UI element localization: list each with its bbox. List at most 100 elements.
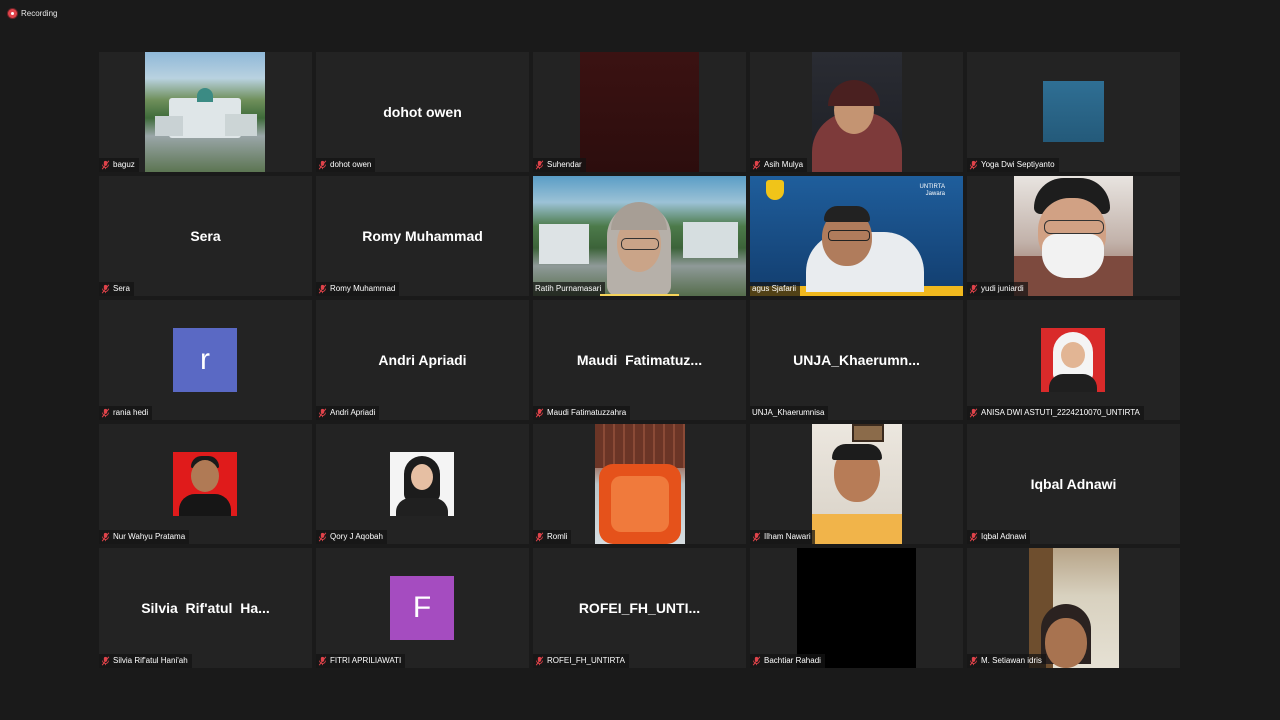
participant-display-name: Sera — [190, 228, 221, 244]
participant-name: Iqbal Adnawi — [981, 532, 1027, 541]
participant-name: yudi juniardi — [981, 284, 1024, 293]
participant-nameplate: Suhendar — [533, 158, 586, 172]
muted-mic-icon — [101, 656, 110, 666]
participant-name: Asih Mulya — [764, 160, 804, 169]
participant-name: Ilham Nawari — [764, 532, 811, 541]
participant-nameplate: Yoga Dwi Septiyanto — [967, 158, 1059, 172]
participant-tile-anisa-dwi-astuti[interactable]: ANISA DWI ASTUTI_2224210070_UNTIRTA — [967, 300, 1180, 420]
participant-name: rania hedi — [113, 408, 149, 417]
muted-mic-icon — [101, 284, 110, 294]
dark-video-feed — [580, 52, 699, 172]
participant-tile-romy-muhammad[interactable]: Romy Muhammad Romy Muhammad — [316, 176, 529, 296]
participant-video — [812, 52, 902, 172]
participant-tile-baguz[interactable]: baguz — [99, 52, 312, 172]
participant-name: Andri Apriadi — [330, 408, 376, 417]
participant-tile-ratih-purnamasari[interactable]: Ratih Purnamasari — [533, 176, 746, 296]
participant-nameplate: UNJA_Khaerumnisa — [750, 406, 829, 420]
participant-video-campus-background — [533, 176, 746, 296]
profile-picture — [173, 452, 237, 516]
participant-name: M. Setiawan idris — [981, 656, 1042, 665]
participant-nameplate: Ratih Purnamasari — [533, 282, 606, 296]
participant-video-virtual-background: UNTIRTA Jawara — [750, 176, 963, 296]
participant-tile-nur-wahyu-pratama[interactable]: Nur Wahyu Pratama — [99, 424, 312, 544]
muted-mic-icon — [969, 284, 978, 294]
participant-display-name: Romy Muhammad — [362, 228, 483, 244]
participant-tile-bachtiar-rahadi[interactable]: Bachtiar Rahadi — [750, 548, 963, 668]
participant-name: Romy Muhammad — [330, 284, 396, 293]
participant-nameplate: baguz — [99, 158, 139, 172]
participant-nameplate: Romli — [533, 530, 572, 544]
participant-tile-unja-khaerumnisa[interactable]: UNJA_Khaerumn... UNJA_Khaerumnisa — [750, 300, 963, 420]
participant-tile-iqbal-adnawi[interactable]: Iqbal Adnawi Iqbal Adnawi — [967, 424, 1180, 544]
muted-mic-icon — [101, 532, 110, 542]
participant-nameplate: Iqbal Adnawi — [967, 530, 1031, 544]
participant-name: ANISA DWI ASTUTI_2224210070_UNTIRTA — [981, 408, 1140, 417]
participant-display-name: ROFEI_FH_UNTI... — [578, 600, 701, 616]
avatar-initial: F — [390, 576, 454, 640]
muted-mic-icon — [318, 408, 327, 418]
armchair-image — [595, 424, 685, 544]
participant-display-name: UNJA_Khaerumn... — [793, 352, 920, 368]
participant-tile-silvia-rifatul-haniah[interactable]: Silvia Rif'atul Ha... Silvia Rif'atul Ha… — [99, 548, 312, 668]
participant-nameplate: Ilham Nawari — [750, 530, 815, 544]
campus-photo — [145, 52, 265, 172]
participant-name: Nur Wahyu Pratama — [113, 532, 186, 541]
participant-nameplate: agus Sjafarii — [750, 282, 801, 296]
record-icon — [8, 8, 17, 18]
participant-name: Bachtiar Rahadi — [764, 656, 821, 665]
participant-display-name: dohot owen — [383, 104, 462, 120]
participant-nameplate: FITRI APRILIAWATI — [316, 654, 406, 668]
muted-mic-icon — [969, 656, 978, 666]
muted-mic-icon — [535, 656, 544, 666]
recording-indicator[interactable]: Recording — [8, 7, 57, 19]
participant-display-name: Andri Apriadi — [378, 352, 467, 368]
recording-label: Recording — [21, 8, 58, 18]
muted-mic-icon — [969, 532, 978, 542]
participant-tile-maudi-fatimatuzzahra[interactable]: Maudi Fatimatuz... Maudi Fatimatuzzahra — [533, 300, 746, 420]
participant-tile-dohot-owen[interactable]: dohot owen dohot owen — [316, 52, 529, 172]
participant-nameplate: ROFEI_FH_UNTIRTA — [533, 654, 629, 668]
profile-picture — [390, 452, 454, 516]
gallery-view: baguz dohot owen dohot owen Suhendar Asi… — [99, 52, 1180, 668]
participant-name: dohot owen — [330, 160, 372, 169]
participant-name: Yoga Dwi Septiyanto — [981, 160, 1055, 169]
participant-nameplate: rania hedi — [99, 406, 153, 420]
participant-tile-fitri-apriliawati[interactable]: F FITRI APRILIAWATI — [316, 548, 529, 668]
participant-tile-yudi-juniardi[interactable]: yudi juniardi — [967, 176, 1180, 296]
participant-name: Romli — [547, 532, 568, 541]
black-video-feed — [797, 548, 916, 668]
participant-tile-rofei-fh-untirta[interactable]: ROFEI_FH_UNTI... ROFEI_FH_UNTIRTA — [533, 548, 746, 668]
participant-tile-rania-hedi[interactable]: r rania hedi — [99, 300, 312, 420]
participant-nameplate: M. Setiawan idris — [967, 654, 1046, 668]
participant-tile-ilham-nawari[interactable]: Ilham Nawari — [750, 424, 963, 544]
participant-name: Qory J Aqobah — [330, 532, 383, 541]
participant-tile-sera[interactable]: Sera Sera — [99, 176, 312, 296]
participant-tile-asih-mulya[interactable]: Asih Mulya — [750, 52, 963, 172]
participant-display-name: Maudi Fatimatuz... — [576, 352, 703, 368]
participant-nameplate: Qory J Aqobah — [316, 530, 387, 544]
participant-tile-yoga-dwi-septiyanto[interactable]: Yoga Dwi Septiyanto — [967, 52, 1180, 172]
participant-tile-qory-j-aqobah[interactable]: Qory J Aqobah — [316, 424, 529, 544]
participant-nameplate: Nur Wahyu Pratama — [99, 530, 190, 544]
muted-mic-icon — [535, 160, 544, 170]
participant-nameplate: yudi juniardi — [967, 282, 1028, 296]
muted-mic-icon — [101, 408, 110, 418]
muted-mic-icon — [318, 656, 327, 666]
participant-nameplate: Maudi Fatimatuzzahra — [533, 406, 631, 420]
participant-tile-suhendar[interactable]: Suhendar — [533, 52, 746, 172]
participant-name: baguz — [113, 160, 135, 169]
participant-display-name: Iqbal Adnawi — [1030, 476, 1117, 492]
participant-nameplate: Silvia Rif'atul Hani'ah — [99, 654, 192, 668]
participant-tile-andri-apriadi[interactable]: Andri Apriadi Andri Apriadi — [316, 300, 529, 420]
participant-tile-romli[interactable]: Romli — [533, 424, 746, 544]
participant-tile-m-setiawan-idris[interactable]: M. Setiawan idris — [967, 548, 1180, 668]
participant-name: agus Sjafarii — [752, 284, 797, 293]
participant-name: UNJA_Khaerumnisa — [752, 408, 825, 417]
participant-nameplate: ANISA DWI ASTUTI_2224210070_UNTIRTA — [967, 406, 1144, 420]
participant-tile-agus-sjafarii[interactable]: UNTIRTA Jawara agus Sjafarii — [750, 176, 963, 296]
banner-text: UNTIRTA Jawara — [919, 184, 945, 197]
avatar-initial: r — [173, 328, 237, 392]
participant-name: Maudi Fatimatuzzahra — [547, 408, 627, 417]
participant-name: Suhendar — [547, 160, 582, 169]
profile-picture — [1043, 81, 1104, 142]
